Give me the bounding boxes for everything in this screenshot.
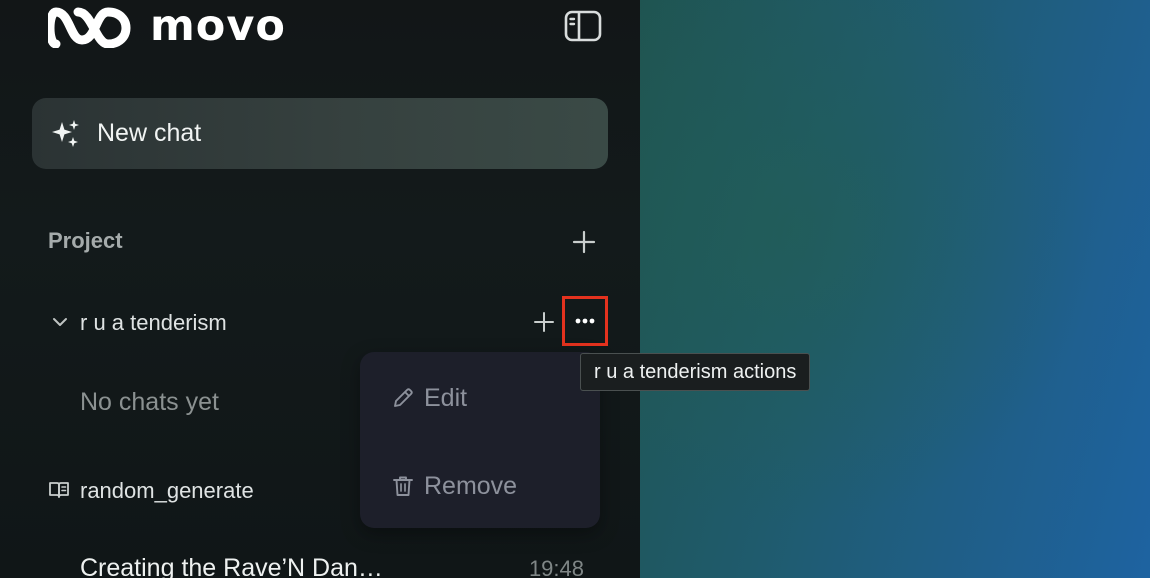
actions-tooltip: r u a tenderism actions: [580, 353, 811, 391]
project-name: r u a tenderism: [80, 310, 227, 335]
menu-item-remove[interactable]: Remove: [360, 457, 600, 515]
menu-item-edit[interactable]: Edit: [360, 369, 600, 427]
chat-time: 19:48: [528, 556, 584, 578]
pencil-icon: [391, 386, 415, 410]
brand-logo[interactable]: movo: [48, 4, 286, 48]
book-open-icon: [48, 480, 70, 505]
plus-icon: [534, 312, 554, 332]
project-actions-menu: Edit Remove: [360, 352, 600, 528]
project-name: random_generate: [80, 478, 254, 503]
sidebar-toggle-icon: [564, 10, 602, 42]
empty-project-message: No chats yet: [80, 388, 219, 416]
add-chat-to-project-button[interactable]: [532, 310, 556, 334]
menu-item-label: Remove: [424, 471, 518, 500]
toggle-sidebar-button[interactable]: [562, 8, 604, 44]
trash-icon: [391, 474, 415, 498]
project-actions-button[interactable]: [562, 296, 608, 346]
menu-item-label: Edit: [424, 383, 468, 412]
project-item-r-u-a-tenderism[interactable]: r u a tenderism: [48, 304, 618, 342]
brand-name: movo: [150, 1, 286, 51]
chat-list-item[interactable]: Creating the Rave’N Dan… 19:48: [80, 554, 584, 578]
new-chat-button[interactable]: New chat: [32, 98, 608, 169]
movo-logo-icon: [48, 7, 131, 48]
project-section-title: Project: [48, 228, 123, 253]
sidebar: movo New chat Project r u a tenderism No…: [0, 0, 640, 578]
plus-icon: [572, 230, 596, 254]
add-project-button[interactable]: [570, 228, 598, 256]
more-horizontal-icon: [575, 318, 595, 324]
chat-title: Creating the Rave’N Dan…: [80, 554, 383, 578]
sparkle-icon: [51, 119, 81, 149]
new-chat-label: New chat: [97, 119, 202, 147]
main-content-area: [640, 0, 1150, 578]
chevron-down-icon[interactable]: [52, 315, 68, 333]
